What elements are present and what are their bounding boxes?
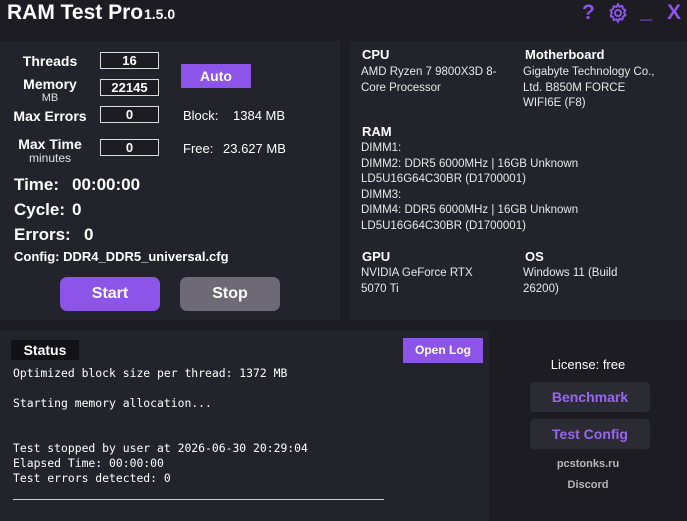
help-icon[interactable]: ? — [582, 2, 595, 24]
cycle-label: Cycle: — [14, 200, 66, 219]
gear-icon[interactable] — [607, 2, 629, 28]
app-version: 1.5.0 — [144, 6, 176, 22]
site-link[interactable]: pcstonks.ru — [489, 458, 687, 470]
errors-value: 0 — [84, 225, 94, 244]
config-label: Config: — [14, 249, 60, 264]
app-title: RAM Test Pro — [7, 1, 144, 24]
free-value: 23.627 MB — [223, 141, 286, 156]
cpu-value: AMD Ryzen 7 9800X3D 8- Core Processor — [361, 66, 497, 94]
memory-input[interactable]: 22145 — [100, 79, 159, 96]
config-value[interactable]: DDR4_DDR5_universal.cfg — [63, 249, 228, 264]
time-value: 00:00:00 — [72, 175, 141, 194]
start-button[interactable]: Start — [60, 277, 160, 311]
max-time-label: Max Time — [18, 136, 82, 152]
benchmark-button[interactable]: Benchmark — [530, 382, 650, 412]
status-log: Optimized block size per thread: 1372 MB… — [13, 366, 308, 485]
close-icon[interactable]: X — [667, 2, 681, 24]
log-divider — [13, 499, 384, 500]
max-errors-input[interactable]: 0 — [100, 106, 159, 123]
memory-unit-label: MB — [41, 92, 59, 104]
memory-label: Memory — [23, 76, 77, 92]
block-value: 1384 MB — [233, 108, 286, 123]
max-time-input[interactable]: 0 — [100, 139, 159, 156]
gpu-value: NVIDIA GeForce RTX 5070 Ti — [361, 267, 473, 295]
status-title: Status — [11, 340, 79, 360]
test-config-button[interactable]: Test Config — [530, 419, 650, 449]
os-value: Windows 11 (Build 26200) — [523, 267, 618, 295]
max-time-unit-label: minutes — [28, 151, 72, 165]
stop-button[interactable]: Stop — [180, 277, 280, 311]
open-log-button[interactable]: Open Log — [403, 338, 483, 363]
motherboard-title: Motherboard — [525, 47, 605, 62]
auto-button[interactable]: Auto — [181, 64, 251, 88]
gear-icon-graphic — [609, 2, 627, 24]
title-bar: RAM Test Pro 1.5.0 ? _ X — [0, 0, 687, 34]
license-text: License: free — [550, 357, 626, 372]
threads-input[interactable]: 16 — [100, 52, 159, 69]
os-title: OS — [525, 249, 544, 264]
threads-label: Threads — [22, 53, 78, 69]
free-label: Free: — [183, 141, 214, 156]
discord-link[interactable]: Discord — [489, 479, 687, 491]
gpu-title: GPU — [362, 249, 391, 264]
time-label: Time: — [14, 175, 60, 194]
ram-title: RAM — [362, 124, 392, 139]
block-label: Block: — [183, 108, 219, 123]
errors-label: Errors: — [14, 225, 71, 244]
max-errors-label: Max Errors — [13, 108, 87, 124]
config-line: Config: DDR4_DDR5_universal.cfg — [14, 249, 229, 264]
ram-value: DIMM1: DIMM2: DDR5 6000MHz | 16GB Unknow… — [361, 142, 579, 232]
cycle-value: 0 — [72, 200, 82, 219]
cpu-title: CPU — [362, 47, 390, 62]
minimize-icon[interactable]: _ — [640, 0, 652, 22]
motherboard-value: Gigabyte Technology Co., Ltd. B850M FORC… — [523, 66, 655, 109]
